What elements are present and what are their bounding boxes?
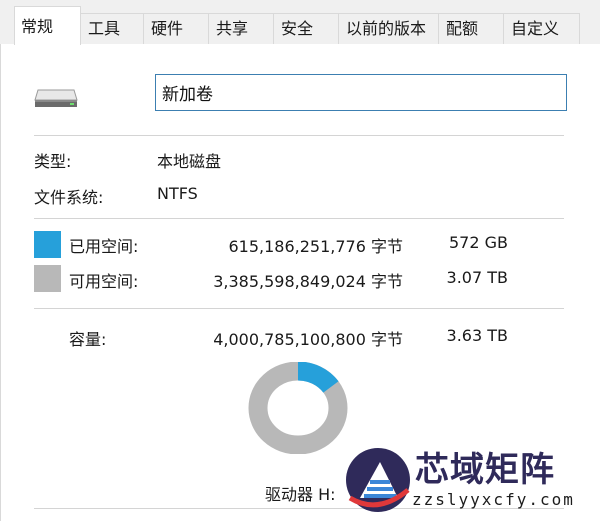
capacity-label: 容量:: [69, 330, 107, 349]
capacity-bytes: 4,000,785,100,800 字节: [213, 330, 403, 349]
free-space-size: 3.07 TB: [446, 268, 508, 287]
used-space-bytes: 615,186,251,776 字节: [228, 237, 403, 256]
tab-quota[interactable]: 配额: [438, 13, 504, 44]
watermark-title: 芯域矩阵: [415, 450, 555, 490]
volume-name-input[interactable]: [155, 74, 567, 111]
type-value: 本地磁盘: [157, 152, 222, 171]
tab-sharing[interactable]: 共享: [208, 13, 274, 44]
tab-general[interactable]: 常规: [14, 6, 81, 45]
used-space-ring: [297, 362, 339, 394]
tab-previous-versions[interactable]: 以前的版本: [338, 13, 439, 44]
drive-letter-label: 驱动器 H:: [265, 485, 336, 504]
usage-ring-chart: [248, 362, 348, 454]
tab-hardware[interactable]: 硬件: [143, 13, 209, 44]
tab-strip: 常规 工具 硬件 共享 安全 以前的版本 配额 自定义: [0, 0, 600, 45]
divider: [34, 218, 564, 219]
used-space-label: 已用空间:: [69, 237, 139, 256]
free-space-swatch: [34, 265, 61, 292]
tab-security[interactable]: 安全: [273, 13, 339, 44]
file-system-label: 文件系统:: [34, 188, 104, 207]
divider: [34, 135, 564, 136]
used-space-size: 572 GB: [449, 233, 508, 252]
file-system-value: NTFS: [157, 184, 198, 203]
tab-customize[interactable]: 自定义: [503, 13, 580, 44]
capacity-size: 3.63 TB: [446, 326, 508, 345]
watermark-logo: [346, 448, 410, 512]
watermark-url: zzslyyxcfy.com: [412, 490, 575, 509]
used-space-swatch: [34, 231, 61, 258]
hard-drive-icon: [34, 89, 78, 107]
tab-tools[interactable]: 工具: [80, 13, 144, 44]
type-label: 类型:: [34, 152, 72, 171]
free-space-bytes: 3,385,598,849,024 字节: [213, 272, 403, 291]
divider: [34, 308, 564, 309]
free-space-label: 可用空间:: [69, 272, 139, 291]
